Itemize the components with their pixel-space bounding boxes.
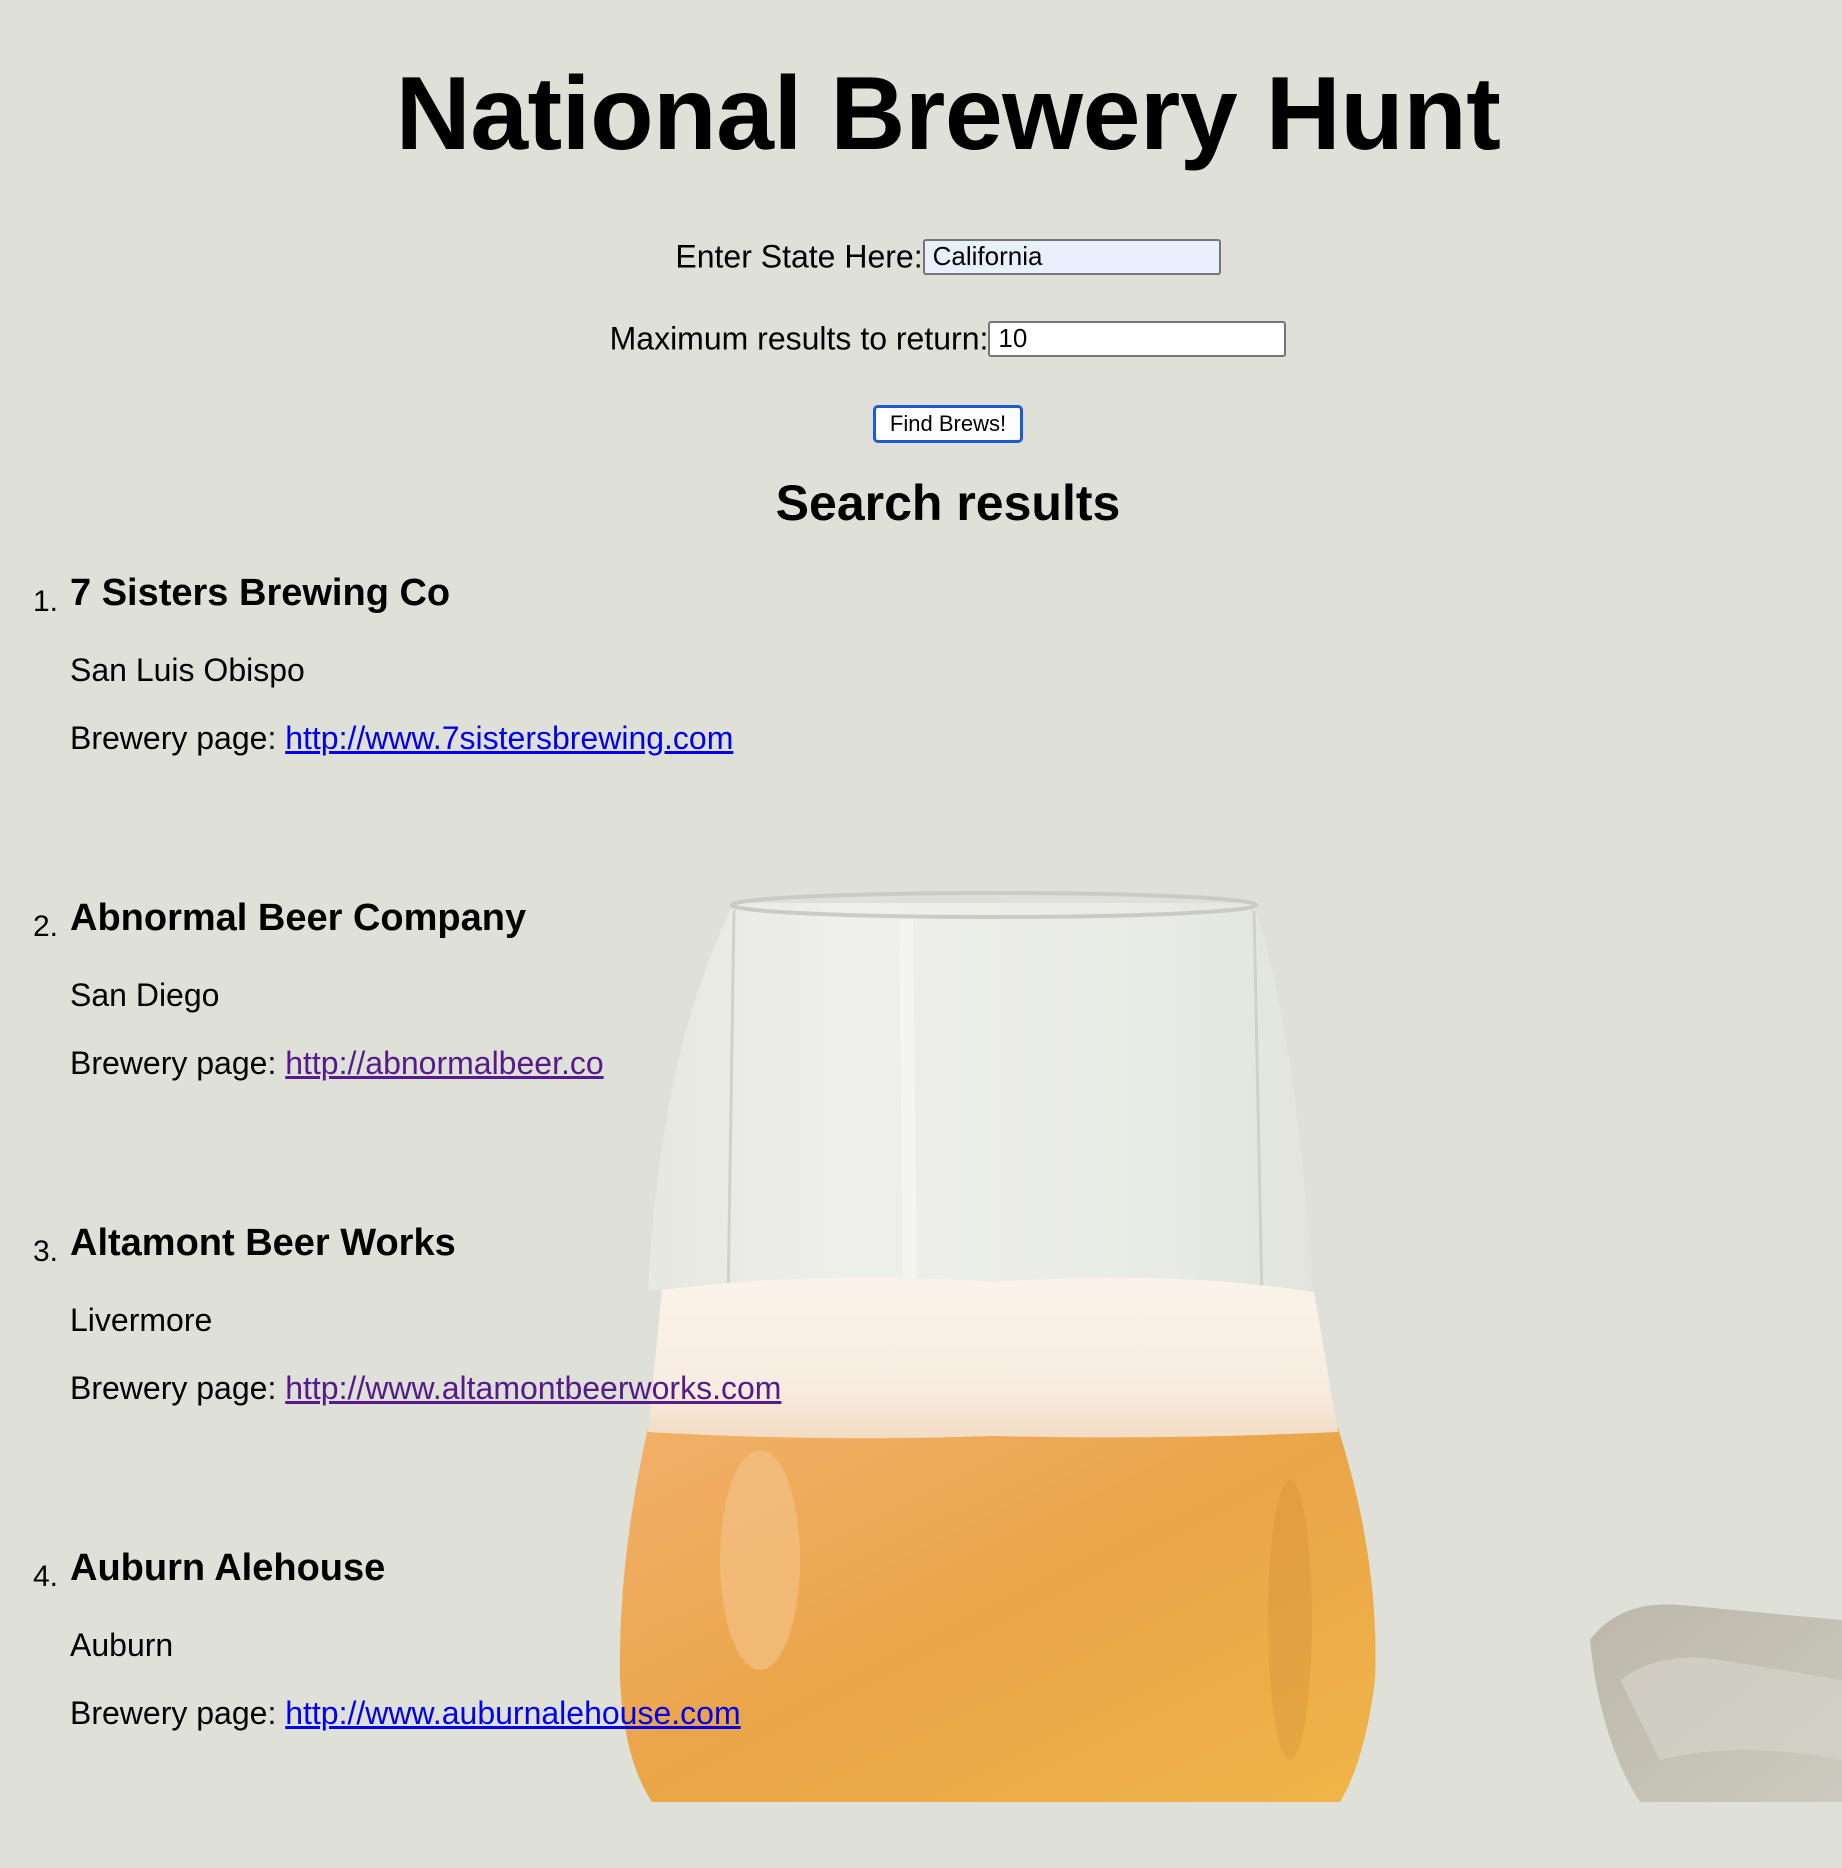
result-number: 4. (33, 1560, 59, 1593)
list-item: 4. Auburn Alehouse Auburn Brewery page: … (0, 1543, 900, 1868)
brewery-page-link[interactable]: http://www.auburnalehouse.com (285, 1695, 740, 1731)
brewery-page-link[interactable]: http://abnormalbeer.co (285, 1045, 603, 1081)
result-number: 2. (33, 910, 59, 943)
state-row: Enter State Here: (0, 234, 1842, 277)
brewery-name: 7 Sisters Brewing Co (70, 572, 451, 614)
brewery-name: Abnormal Beer Company (70, 897, 527, 939)
state-input[interactable] (922, 238, 1221, 275)
brewery-city: San Luis Obispo (70, 652, 305, 688)
state-label: Enter State Here: (675, 238, 923, 275)
list-item: 2. Abnormal Beer Company San Diego Brewe… (0, 893, 900, 1218)
brewery-page-label: Brewery page: (70, 1695, 277, 1731)
find-brews-button[interactable]: Find Brews! (872, 405, 1024, 443)
brewery-page-link[interactable]: http://www.altamontbeerworks.com (285, 1370, 781, 1406)
result-number: 1. (33, 585, 59, 618)
brewery-city: Auburn (70, 1627, 174, 1663)
brewery-city: Livermore (70, 1302, 213, 1338)
brewery-city: San Diego (70, 977, 220, 1013)
result-number: 3. (33, 1235, 59, 1268)
brewery-name: Altamont Beer Works (70, 1222, 456, 1264)
brewery-page-line: Brewery page: http://abnormalbeer.co (70, 1043, 604, 1083)
brewery-page-line: Brewery page: http://www.auburnalehouse.… (70, 1693, 741, 1733)
brewery-page-label: Brewery page: (70, 1045, 277, 1081)
brewery-page-line: Brewery page: http://www.altamontbeerwor… (70, 1368, 781, 1408)
submit-row: Find Brews! (0, 400, 1842, 443)
results-heading: Search results (775, 475, 1121, 531)
brewery-page-line: Brewery page: http://www.7sistersbrewing… (70, 718, 733, 758)
max-results-row: Maximum results to return: (0, 316, 1842, 359)
max-results-input[interactable] (988, 320, 1287, 357)
brewery-page-link[interactable]: http://www.7sistersbrewing.com (285, 720, 733, 756)
max-results-label: Maximum results to return: (609, 320, 989, 357)
list-item: 3. Altamont Beer Works Livermore Brewery… (0, 1218, 900, 1543)
brewery-name: Auburn Alehouse (70, 1547, 386, 1589)
brewery-page-label: Brewery page: (70, 720, 277, 756)
results-list: 1. 7 Sisters Brewing Co San Luis Obispo … (0, 568, 900, 1868)
list-item: 1. 7 Sisters Brewing Co San Luis Obispo … (0, 568, 900, 893)
brewery-page-label: Brewery page: (70, 1370, 277, 1406)
page-title: National Brewery Hunt (395, 56, 1501, 172)
